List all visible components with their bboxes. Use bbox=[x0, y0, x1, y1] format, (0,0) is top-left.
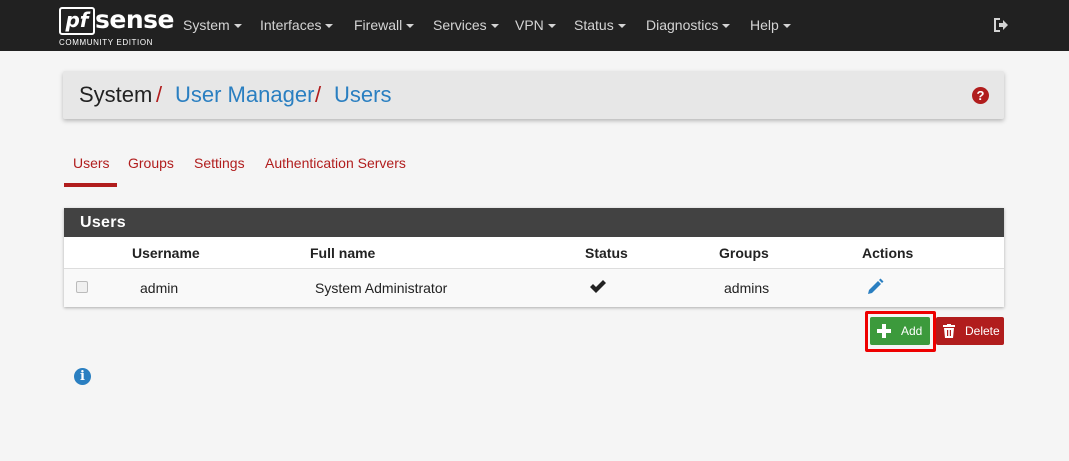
caret-down-icon bbox=[782, 24, 791, 29]
pencil-icon[interactable] bbox=[866, 278, 884, 296]
logo-edition: COMMUNITY EDITION bbox=[59, 38, 154, 47]
column-header-username: Username bbox=[132, 245, 200, 261]
column-header-actions: Actions bbox=[862, 245, 914, 261]
trash-icon bbox=[943, 324, 955, 338]
tab-groups[interactable]: Groups bbox=[128, 154, 174, 172]
cell-groups: admins bbox=[724, 280, 770, 296]
help-icon[interactable]: ? bbox=[972, 87, 989, 104]
caret-down-icon bbox=[490, 24, 499, 29]
plus-icon bbox=[877, 324, 891, 338]
logo-sense: sense bbox=[95, 5, 174, 34]
nav-help[interactable]: Help bbox=[750, 0, 791, 51]
tab-settings[interactable]: Settings bbox=[194, 154, 245, 172]
nav-vpn-label: VPN bbox=[515, 17, 544, 33]
breadcrumb: System / User Manager / Users ? bbox=[63, 71, 1004, 119]
nav-services-label: Services bbox=[433, 17, 487, 33]
top-navbar: pf sense COMMUNITY EDITION System Interf… bbox=[0, 0, 1069, 51]
caret-down-icon bbox=[406, 24, 415, 29]
delete-button[interactable]: Delete bbox=[936, 317, 1004, 345]
sign-out-icon[interactable] bbox=[992, 16, 1010, 34]
caret-down-icon bbox=[617, 24, 626, 29]
panel-title: Users bbox=[64, 208, 1004, 237]
breadcrumb-user-manager[interactable]: User Manager bbox=[175, 82, 314, 108]
nav-interfaces[interactable]: Interfaces bbox=[260, 0, 334, 51]
nav-firewall-label: Firewall bbox=[354, 17, 403, 33]
nav-system-label: System bbox=[183, 17, 230, 33]
breadcrumb-separator: / bbox=[156, 82, 163, 107]
add-button-label: Add bbox=[901, 324, 923, 338]
breadcrumb-separator: / bbox=[315, 82, 322, 107]
nav-diagnostics[interactable]: Diagnostics bbox=[646, 0, 731, 51]
nav-vpn[interactable]: VPN bbox=[515, 0, 556, 51]
cell-username: admin bbox=[140, 280, 179, 296]
nav-status[interactable]: Status bbox=[574, 0, 626, 51]
nav-interfaces-label: Interfaces bbox=[260, 17, 322, 33]
breadcrumb-users[interactable]: Users bbox=[334, 82, 391, 108]
breadcrumb-system: System bbox=[79, 82, 153, 107]
caret-down-icon bbox=[233, 24, 242, 29]
nav-diagnostics-label: Diagnostics bbox=[646, 17, 719, 33]
logo-pf: pf bbox=[59, 7, 95, 35]
table-row: admin System Administrator admins bbox=[64, 269, 1004, 307]
info-icon[interactable]: i bbox=[74, 368, 91, 385]
nav-services[interactable]: Services bbox=[433, 0, 499, 51]
nav-system[interactable]: System bbox=[183, 0, 242, 51]
users-panel: Users Username Full name Status Groups A… bbox=[64, 208, 1004, 307]
cell-full-name: System Administrator bbox=[315, 280, 448, 296]
add-button[interactable]: Add bbox=[870, 317, 930, 345]
caret-down-icon bbox=[722, 24, 731, 29]
active-tab-indicator bbox=[64, 183, 117, 187]
nav-help-label: Help bbox=[750, 17, 779, 33]
row-select-checkbox[interactable] bbox=[76, 281, 88, 293]
column-header-status: Status bbox=[585, 245, 628, 261]
nav-firewall[interactable]: Firewall bbox=[354, 0, 415, 51]
pfsense-logo[interactable]: pf sense COMMUNITY EDITION bbox=[59, 5, 174, 49]
tab-users[interactable]: Users bbox=[73, 154, 110, 172]
column-header-groups: Groups bbox=[719, 245, 769, 261]
check-icon bbox=[590, 280, 606, 293]
caret-down-icon bbox=[325, 24, 334, 29]
caret-down-icon bbox=[547, 24, 556, 29]
nav-status-label: Status bbox=[574, 17, 614, 33]
column-header-full-name: Full name bbox=[310, 245, 376, 261]
delete-button-label: Delete bbox=[965, 324, 1000, 338]
tab-authentication-servers[interactable]: Authentication Servers bbox=[265, 154, 406, 172]
